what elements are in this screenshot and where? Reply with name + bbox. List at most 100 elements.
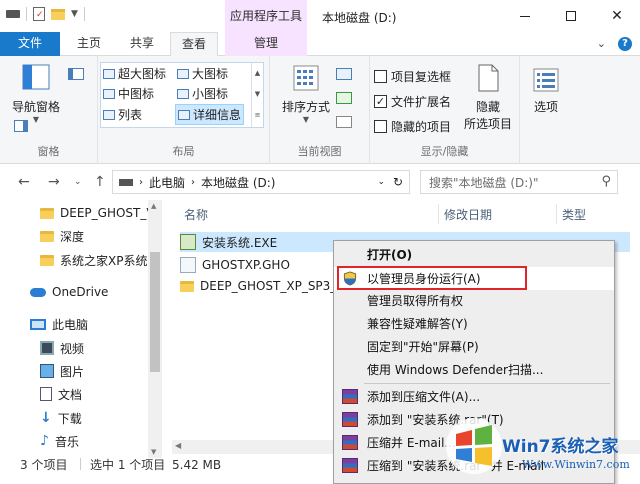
layout-gallery: 超大图标 大图标 中图标 小图标 列表 详细信息 ▲ ▼ ≡ xyxy=(100,62,264,128)
layout-extra-large-icons[interactable]: 超大图标 xyxy=(103,65,166,82)
download-icon: ↓ xyxy=(40,410,52,426)
refresh-icon[interactable]: ↻ xyxy=(393,175,403,189)
cloud-icon xyxy=(30,287,46,297)
breadcrumb-separator-icon[interactable]: › xyxy=(139,177,143,188)
hide-selected-button[interactable]: 隐藏 所选项目 xyxy=(460,64,516,132)
nav-item-documents[interactable]: 文档 xyxy=(40,383,188,405)
add-columns-icon[interactable] xyxy=(336,92,352,104)
search-box[interactable]: 搜索"本地磁盘 (D:)" ⚲ xyxy=(420,170,618,194)
menu-item-take-ownership[interactable]: 管理员取得所有权 xyxy=(334,289,614,312)
column-header-type[interactable]: 类型 xyxy=(562,206,586,223)
window-title: 本地磁盘 (D:) xyxy=(322,11,397,25)
column-separator[interactable] xyxy=(556,204,557,224)
hidden-items-label: 隐藏的项目 xyxy=(391,120,452,134)
tab-file[interactable]: 文件 xyxy=(0,32,60,56)
nav-item-downloads[interactable]: ↓ 下载 xyxy=(40,407,188,429)
menu-item-troubleshoot[interactable]: 兼容性疑难解答(Y) xyxy=(334,312,614,335)
search-input[interactable]: 搜索"本地磁盘 (D:)" xyxy=(429,174,539,191)
tab-manage[interactable]: 管理 xyxy=(225,32,307,56)
scroll-left-icon[interactable]: ◀ xyxy=(175,441,181,450)
minimize-button[interactable] xyxy=(502,0,548,32)
address-bar[interactable]: › 此电脑 › 本地磁盘 (D:) ⌄ ↻ xyxy=(112,170,410,194)
layout-medium-icons[interactable]: 中图标 xyxy=(103,85,154,102)
menu-item-defender-scan[interactable]: 使用 Windows Defender扫描... xyxy=(334,358,614,381)
status-selected: 选中 1 个项目 xyxy=(90,458,166,472)
sort-by-button[interactable]: 排序方式 ▼ xyxy=(278,64,334,124)
breadcrumb-this-pc[interactable]: 此电脑 xyxy=(149,174,185,191)
properties-icon[interactable]: ✓ xyxy=(33,7,45,21)
breadcrumb-drive[interactable]: 本地磁盘 (D:) xyxy=(201,174,275,191)
preview-pane-icon[interactable] xyxy=(68,68,84,80)
navigation-pane-button[interactable]: 导航窗格 ▼ xyxy=(10,64,62,124)
group-label-show-hide: 显示/隐藏 xyxy=(420,145,469,158)
nav-item-videos[interactable]: 视频 xyxy=(40,337,188,359)
hidden-items-checkbox[interactable] xyxy=(374,120,387,133)
menu-item-label: 固定到"开始"屏幕(P) xyxy=(367,340,479,354)
small-icons-icon xyxy=(177,88,189,99)
layout-small-icons[interactable]: 小图标 xyxy=(177,85,228,102)
nav-item-shendu[interactable]: 深度 xyxy=(40,225,188,247)
layout-list[interactable]: 列表 xyxy=(103,106,142,123)
close-button[interactable]: ✕ xyxy=(594,0,640,32)
computer-icon xyxy=(30,318,46,330)
address-dropdown-icon[interactable]: ⌄ xyxy=(377,177,385,187)
ribbon-expand-icon[interactable]: ⌄ xyxy=(597,37,606,51)
search-icon[interactable]: ⚲ xyxy=(601,174,611,189)
column-separator[interactable] xyxy=(438,204,439,224)
size-columns-icon[interactable] xyxy=(336,116,352,128)
layout-details[interactable]: 详细信息 xyxy=(175,104,245,125)
gallery-scroll[interactable]: ▲ ▼ ≡ xyxy=(251,63,263,127)
nav-scroll-thumb[interactable] xyxy=(150,252,160,372)
nav-item-pictures[interactable]: 图片 xyxy=(40,360,188,382)
nav-item-label: 图片 xyxy=(60,364,85,379)
status-size: 5.42 MB xyxy=(172,458,222,472)
group-label-layout: 布局 xyxy=(172,145,195,158)
nav-item-xp-system[interactable]: 系统之家XP系统 xyxy=(40,249,148,271)
help-icon[interactable]: ? xyxy=(618,37,632,51)
item-checkboxes-checkbox[interactable] xyxy=(374,70,387,83)
tab-view[interactable]: 查看 xyxy=(170,32,219,57)
quick-access-toolbar: ✓ ▼ xyxy=(6,7,85,21)
nav-item-deep-ghost[interactable]: DEEP_GHOST_V xyxy=(40,202,188,224)
menu-item-label: 管理员取得所有权 xyxy=(367,294,464,308)
group-show-hide: 项目复选框 ✓ 文件扩展名 隐藏的项目 隐藏 所选项目 显示/隐藏 xyxy=(370,56,520,164)
forward-arrow-icon[interactable]: → xyxy=(48,174,60,190)
menu-item-add-to-archive[interactable]: 添加到压缩文件(A)... xyxy=(334,385,614,408)
scroll-up-icon[interactable]: ▲ xyxy=(151,202,156,210)
tab-share[interactable]: 共享 xyxy=(119,32,165,56)
qat-dropdown-icon[interactable]: ▼ xyxy=(71,9,78,19)
scroll-down-icon[interactable]: ▼ xyxy=(151,448,156,456)
up-arrow-icon[interactable]: ↑ xyxy=(94,174,106,190)
nav-item-music[interactable]: ♪ 音乐 xyxy=(40,430,188,452)
file-extensions-checkbox[interactable]: ✓ xyxy=(374,95,387,108)
layout-label: 超大图标 xyxy=(118,67,167,81)
navigation-pane-icon xyxy=(22,64,50,90)
chevron-down-icon: ▼ xyxy=(302,115,310,124)
new-folder-icon[interactable] xyxy=(51,8,65,20)
recent-locations-icon[interactable]: ⌄ xyxy=(74,177,82,187)
item-checkboxes-toggle[interactable]: 项目复选框 xyxy=(374,68,451,85)
picture-icon xyxy=(40,364,54,378)
nav-item-label: 音乐 xyxy=(54,434,79,449)
menu-item-pin-to-start[interactable]: 固定到"开始"屏幕(P) xyxy=(334,335,614,358)
menu-item-open[interactable]: 打开(O) xyxy=(334,243,614,266)
winrar-icon xyxy=(342,412,358,427)
menu-item-label: 打开(O) xyxy=(367,248,413,262)
column-header-name[interactable]: 名称 xyxy=(184,206,208,223)
tabrow-controls: ⌄ ? xyxy=(597,37,632,51)
maximize-button[interactable] xyxy=(548,0,594,32)
tab-home[interactable]: 主页 xyxy=(66,32,112,56)
file-extensions-toggle[interactable]: ✓ 文件扩展名 xyxy=(374,93,451,110)
column-header-date[interactable]: 修改日期 xyxy=(444,206,492,223)
watermark-brand: Win7系统之家 xyxy=(502,437,619,457)
group-by-icon[interactable] xyxy=(336,68,352,80)
ribbon: 导航窗格 ▼ 窗格 布局 超大图标 大图标 中图标 小图标 列表 详细信息 ▲ ▼… xyxy=(0,56,640,164)
back-arrow-icon[interactable]: ← xyxy=(18,174,30,190)
address-row: ← → ⌄ ↑ › 此电脑 › 本地磁盘 (D:) ⌄ ↻ 搜索"本地磁盘 (D… xyxy=(0,164,640,200)
nav-scrollbar[interactable]: ▲ ▼ xyxy=(148,200,162,458)
layout-large-icons[interactable]: 大图标 xyxy=(177,65,228,82)
options-button[interactable]: 选项 xyxy=(524,68,568,115)
hidden-items-toggle[interactable]: 隐藏的项目 xyxy=(374,118,451,135)
details-pane-icon[interactable] xyxy=(14,120,28,132)
breadcrumb-separator-icon[interactable]: › xyxy=(191,177,195,188)
